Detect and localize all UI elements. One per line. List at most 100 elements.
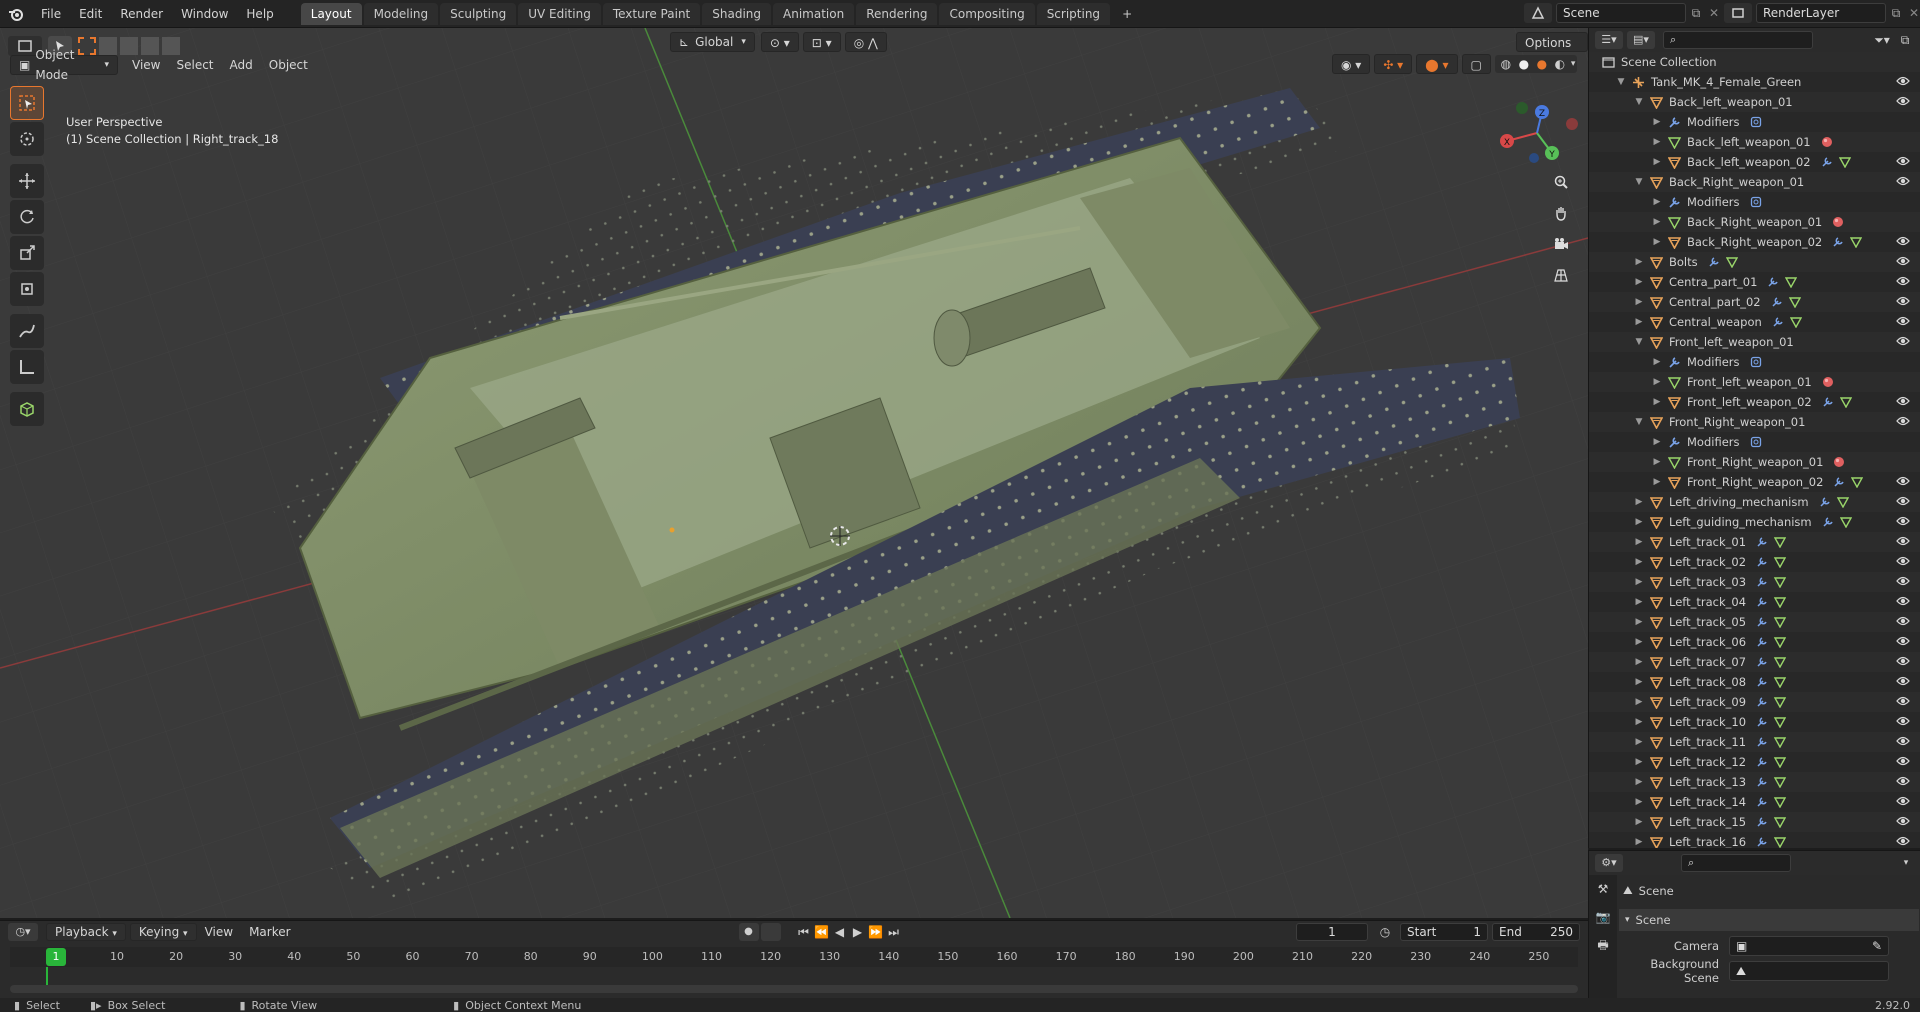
expand-closed-icon[interactable]: ▶ — [1633, 637, 1645, 647]
outliner-item[interactable]: ▶ Left_track_14 — [1589, 792, 1920, 812]
perspective-grid-icon[interactable] — [1547, 261, 1575, 289]
expand-open-icon[interactable]: ▼ — [1633, 417, 1645, 427]
end-frame-field[interactable]: End 250 — [1492, 923, 1580, 941]
preview-range-icon[interactable]: ◷ — [1374, 925, 1396, 939]
mesh-badge-icon[interactable] — [1788, 296, 1801, 308]
expand-closed-icon[interactable]: ▶ — [1651, 117, 1663, 127]
outliner-item[interactable]: ▼ Back_left_weapon_01 — [1589, 92, 1920, 112]
wrench-badge-icon[interactable] — [1756, 716, 1768, 728]
rotate-tool[interactable] — [10, 200, 44, 234]
tab-uv-editing[interactable]: UV Editing — [518, 2, 601, 25]
expand-closed-icon[interactable]: ▶ — [1633, 737, 1645, 747]
visibility-eye-icon[interactable] — [1896, 315, 1910, 330]
mesh-badge-icon[interactable] — [1774, 776, 1787, 788]
prev-keyframe-icon[interactable]: ⏪ — [813, 925, 831, 939]
outliner-item[interactable]: ▶ Left_track_06 — [1589, 632, 1920, 652]
orientation-dropdown[interactable]: ⊾ Global ▾ — [670, 32, 755, 52]
wrench-badge-icon[interactable] — [1756, 796, 1768, 808]
expand-closed-icon[interactable]: ▶ — [1633, 297, 1645, 307]
outliner-search-input[interactable]: ⌕ — [1663, 31, 1813, 49]
mesh-badge-icon[interactable] — [1785, 276, 1798, 288]
menu-file[interactable]: File — [32, 0, 70, 28]
mesh-badge-icon[interactable] — [1774, 716, 1787, 728]
close-scene-icon[interactable]: ✕ — [1706, 3, 1722, 23]
visibility-eye-icon[interactable] — [1896, 395, 1910, 410]
visibility-eye-icon[interactable] — [1896, 515, 1910, 530]
menu-render[interactable]: Render — [111, 0, 172, 28]
current-frame-field[interactable]: 1 — [1296, 923, 1368, 941]
outliner-item[interactable]: ▶ Back_left_weapon_02 — [1589, 152, 1920, 172]
mesh-badge-icon[interactable] — [1774, 676, 1787, 688]
move-tool[interactable] — [10, 164, 44, 198]
visibility-eye-icon[interactable] — [1896, 815, 1910, 830]
outliner-item[interactable]: ▼ Front_left_weapon_01 — [1589, 332, 1920, 352]
tab-shading[interactable]: Shading — [702, 2, 771, 25]
outliner-item[interactable]: ▶ Left_driving_mechanism — [1589, 492, 1920, 512]
outliner-item[interactable]: ▶ Left_track_05 — [1589, 612, 1920, 632]
outliner-item[interactable]: ▼ Tank_MK_4_Female_Green — [1589, 72, 1920, 92]
tab-sculpting[interactable]: Sculpting — [440, 2, 517, 25]
outliner-item[interactable]: ▶ Central_weapon — [1589, 312, 1920, 332]
mesh-badge-icon[interactable] — [1774, 596, 1787, 608]
modifier-badge-icon[interactable] — [1750, 196, 1762, 208]
wrench-badge-icon[interactable] — [1756, 676, 1768, 688]
menu-object[interactable]: Object — [261, 58, 316, 72]
select-intersect-icon[interactable] — [162, 37, 180, 55]
expand-closed-icon[interactable]: ▶ — [1651, 157, 1663, 167]
outliner-item[interactable]: ▶ Left_track_16 — [1589, 832, 1920, 848]
menu-add[interactable]: Add — [222, 58, 261, 72]
mesh-badge-icon[interactable] — [1774, 656, 1787, 668]
wrench-badge-icon[interactable] — [1767, 276, 1779, 288]
camera-field[interactable]: ▣ ✎ — [1729, 936, 1889, 956]
modifier-badge-icon[interactable] — [1750, 356, 1762, 368]
tab-texture-paint[interactable]: Texture Paint — [602, 2, 701, 25]
material-badge-icon[interactable] — [1833, 456, 1845, 468]
mesh-badge-icon[interactable] — [1839, 516, 1852, 528]
gizmo-toggle-icon[interactable]: ✣ ▾ — [1374, 54, 1413, 74]
wrench-badge-icon[interactable] — [1832, 236, 1844, 248]
expand-closed-icon[interactable]: ▶ — [1651, 477, 1663, 487]
play-reverse-icon[interactable]: ◀ — [831, 925, 849, 939]
outliner-item[interactable]: ▶ Left_track_02 — [1589, 552, 1920, 572]
view-layer-field[interactable]: RenderLayer — [1756, 3, 1886, 23]
jump-end-icon[interactable]: ⏭ — [885, 925, 903, 940]
visibility-eye-icon[interactable] — [1896, 475, 1910, 490]
wrench-badge-icon[interactable] — [1756, 556, 1768, 568]
expand-closed-icon[interactable]: ▶ — [1633, 597, 1645, 607]
scene-icon[interactable] — [1524, 3, 1552, 23]
visibility-icon[interactable]: ◉ ▾ — [1332, 54, 1371, 74]
visibility-eye-icon[interactable] — [1896, 715, 1910, 730]
outliner-item[interactable]: ▶ Left_track_07 — [1589, 652, 1920, 672]
tab-compositing[interactable]: Compositing — [939, 2, 1035, 25]
outliner-item[interactable]: ▶ Front_Right_weapon_02 — [1589, 472, 1920, 492]
wrench-badge-icon[interactable] — [1756, 656, 1768, 668]
playhead-marker[interactable]: 1 — [46, 948, 66, 966]
outliner-item[interactable]: ▶ Left_track_11 — [1589, 732, 1920, 752]
visibility-eye-icon[interactable] — [1896, 235, 1910, 250]
expand-closed-icon[interactable]: ▶ — [1651, 377, 1663, 387]
select-box-tool[interactable] — [10, 86, 44, 120]
options-dropdown[interactable]: Options ▾ — [1516, 32, 1588, 70]
wrench-badge-icon[interactable] — [1822, 396, 1834, 408]
outliner-editor-icon[interactable]: ☰▾ — [1595, 31, 1623, 49]
viewport-scene[interactable] — [0, 28, 1588, 918]
background-scene-field[interactable]: ⛰ — [1729, 961, 1889, 981]
mesh-badge-icon[interactable] — [1774, 536, 1787, 548]
menu-view[interactable]: View — [124, 58, 168, 72]
outliner-item[interactable]: ▶ Left_track_03 — [1589, 572, 1920, 592]
select-subtract-icon[interactable] — [120, 37, 138, 55]
add-cube-tool[interactable] — [10, 392, 44, 426]
mesh-badge-icon[interactable] — [1774, 756, 1787, 768]
xray-toggle-icon[interactable]: ▢ — [1461, 54, 1491, 74]
scene-name-field[interactable]: Scene — [1556, 3, 1686, 23]
blender-logo-icon[interactable] — [0, 0, 32, 28]
visibility-eye-icon[interactable] — [1896, 415, 1910, 430]
visibility-eye-icon[interactable] — [1896, 755, 1910, 770]
mesh-badge-icon[interactable] — [1725, 256, 1738, 268]
outliner-item[interactable]: ▶ Left_track_09 — [1589, 692, 1920, 712]
visibility-eye-icon[interactable] — [1896, 275, 1910, 290]
wrench-badge-icon[interactable] — [1756, 756, 1768, 768]
scene-panel-header[interactable]: ▾ Scene — [1619, 909, 1919, 931]
modifier-badge-icon[interactable] — [1750, 116, 1762, 128]
mesh-badge-icon[interactable] — [1774, 816, 1787, 828]
